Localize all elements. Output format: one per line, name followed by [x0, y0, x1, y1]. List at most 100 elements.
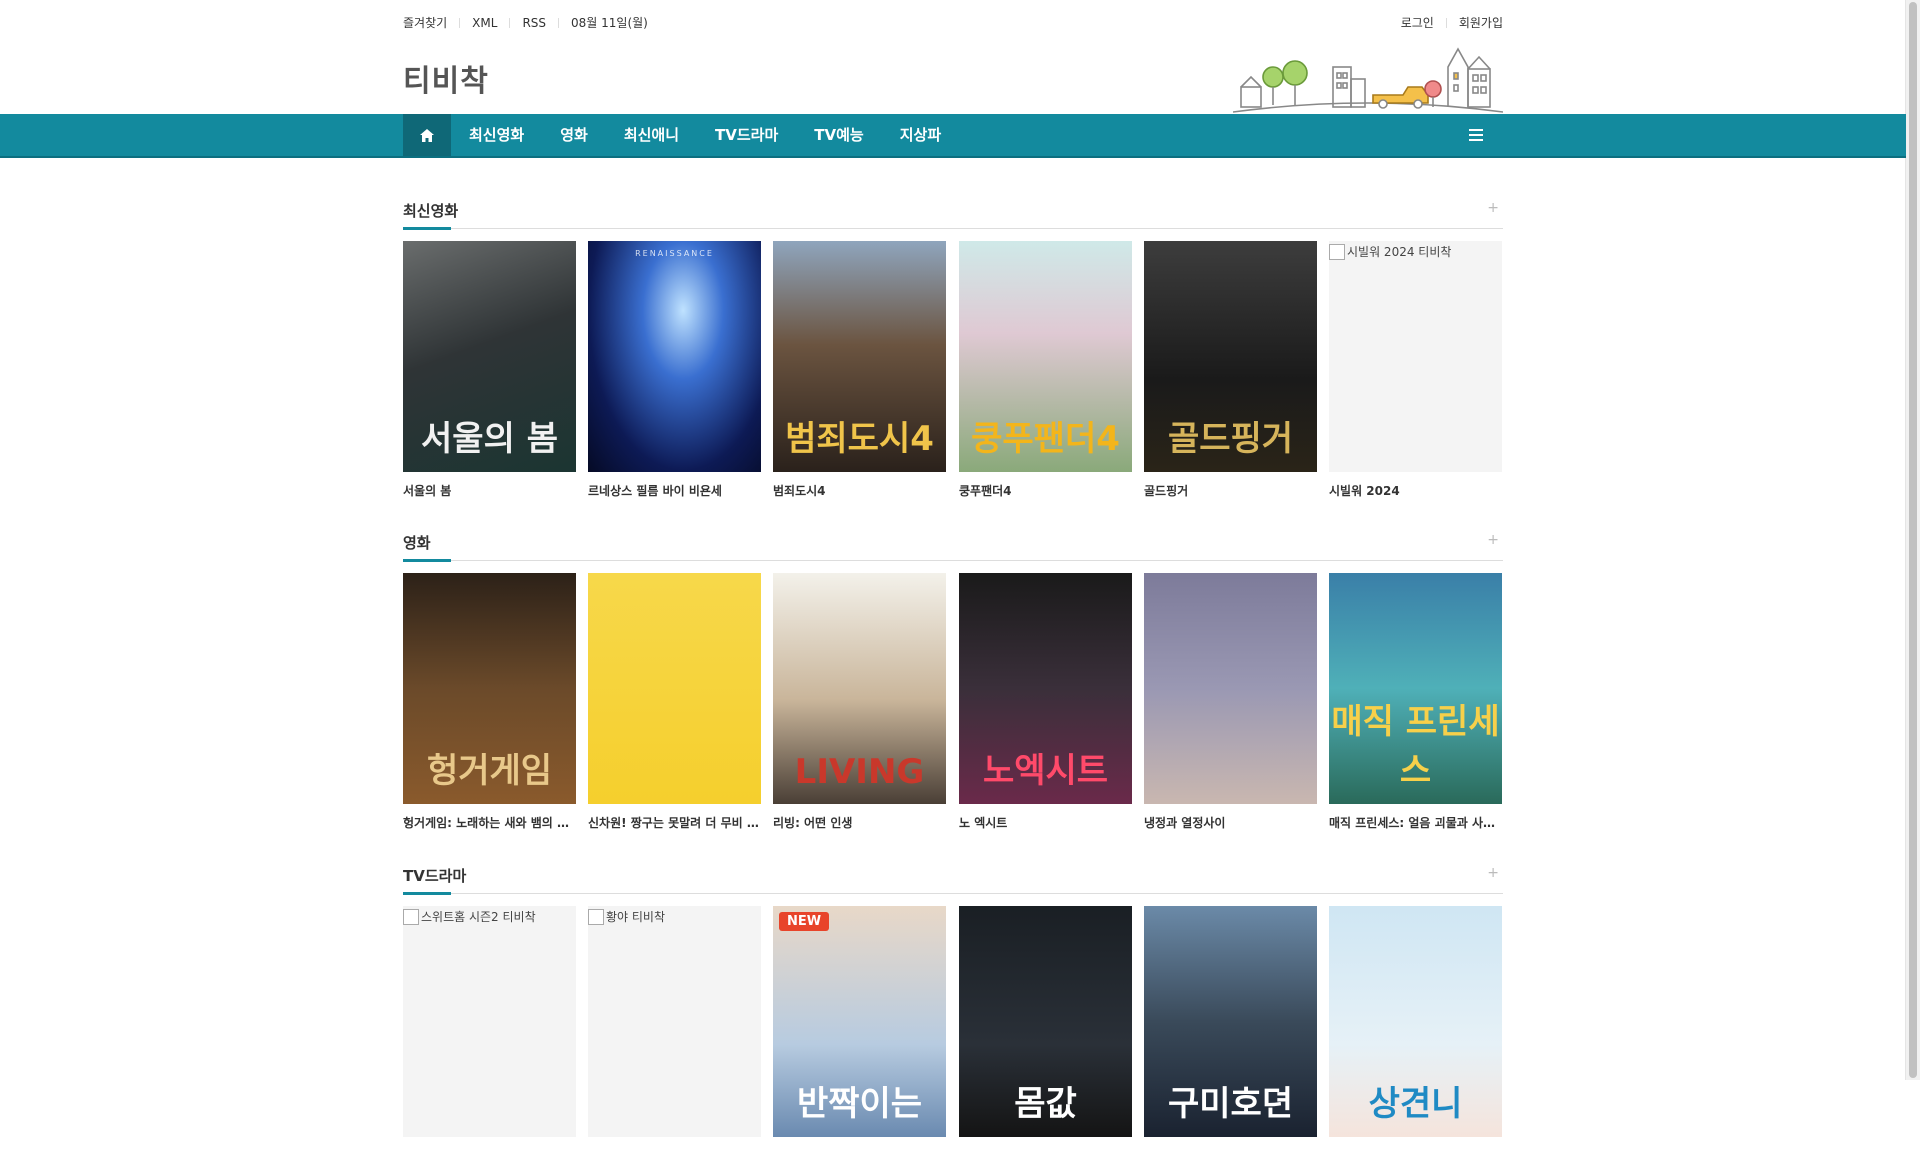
- divider: [459, 17, 461, 28]
- poster-image[interactable]: [1144, 573, 1317, 804]
- poster-title-art: 반짝이는: [796, 1084, 923, 1124]
- poster-title[interactable]: 범죄도시4: [773, 482, 946, 499]
- nav-item-latest-anime[interactable]: 최신애니: [606, 114, 697, 156]
- nav-item-movies[interactable]: 영화: [542, 114, 606, 156]
- poster-card[interactable]: 서울의 봄 서울의 봄: [403, 241, 576, 499]
- poster-card[interactable]: 골드핑거 골드핑거: [1144, 241, 1317, 499]
- poster-card[interactable]: LIVING 리빙: 어떤 인생: [773, 573, 946, 831]
- poster-title-art: 서울의 봄: [421, 419, 558, 459]
- poster-image[interactable]: [588, 573, 761, 804]
- rss-link[interactable]: RSS: [522, 16, 546, 30]
- poster-card[interactable]: 스위트홈 시즌2 티비착: [403, 906, 576, 1137]
- poster-tag: RENAISSANCE: [635, 249, 714, 258]
- section-header: 영화 +: [403, 524, 1503, 562]
- scrollbar-thumb[interactable]: [1909, 2, 1917, 1078]
- poster-image[interactable]: 반짝이는 NEW: [773, 906, 946, 1137]
- home-button[interactable]: [403, 114, 451, 156]
- new-badge: NEW: [779, 912, 830, 931]
- poster-title[interactable]: 시빌워 2024: [1329, 482, 1502, 499]
- main-navbar: 최신영화 영화 최신애니 TV드라마 TV예능 지상파: [0, 114, 1906, 158]
- nav-item-tv-drama[interactable]: TV드라마: [697, 114, 796, 156]
- poster-card[interactable]: 반짝이는 NEW: [773, 906, 946, 1137]
- poster-image[interactable]: 쿵푸팬더4: [959, 241, 1132, 472]
- poster-image[interactable]: 범죄도시4: [773, 241, 946, 472]
- nav-item-tv-variety[interactable]: TV예능: [796, 114, 881, 156]
- section-title-underline: [403, 559, 451, 562]
- poster-card[interactable]: 헝거게임헝거게임: 노래하는 새와 뱀의 발라드: [403, 573, 576, 831]
- poster-title[interactable]: 서울의 봄: [403, 482, 576, 499]
- poster-title[interactable]: 노 엑시트: [959, 814, 1132, 831]
- poster-title-art: 골드핑거: [1167, 419, 1294, 459]
- home-icon: [420, 128, 434, 142]
- poster-image[interactable]: LIVING: [773, 573, 946, 804]
- poster-card[interactable]: 범죄도시4 범죄도시4: [773, 241, 946, 499]
- poster-title-art: 헝거게임: [426, 751, 553, 791]
- section-more-button[interactable]: +: [1487, 865, 1499, 881]
- poster-card[interactable]: 황야 티비착: [588, 906, 761, 1137]
- poster-title[interactable]: 르네상스 필름 바이 비욘세: [588, 482, 761, 499]
- section-title: TV드라마: [403, 867, 467, 885]
- poster-title[interactable]: 쿵푸팬더4: [959, 482, 1132, 499]
- poster-image[interactable]: 스위트홈 시즌2 티비착: [403, 906, 576, 1137]
- broken-image-icon: [403, 908, 419, 925]
- poster-image[interactable]: 몸값: [959, 906, 1132, 1137]
- section-title: 영화: [403, 534, 431, 552]
- poster-title-art: 범죄도시4: [785, 419, 934, 459]
- poster-grid: 스위트홈 시즌2 티비착 황야 티비착 반짝이는 NEW 몸값 구미호뎐 상견니: [403, 906, 1503, 1166]
- poster-card[interactable]: 시빌워 2024 티비착시빌워 2024: [1329, 241, 1502, 499]
- poster-card[interactable]: 구미호뎐: [1144, 906, 1317, 1137]
- poster-title[interactable]: 리빙: 어떤 인생: [773, 814, 946, 831]
- broken-image-alt: 시빌워 2024 티비착: [1329, 241, 1451, 262]
- section-title-underline: [403, 227, 451, 230]
- site-logo[interactable]: 티비착: [403, 56, 489, 100]
- divider: [509, 17, 511, 28]
- section-tv-drama: TV드라마 + 스위트홈 시즌2 티비착 황야 티비착 반짝이는 NEW 몸값 구미호뎐 상…: [403, 857, 1503, 1166]
- poster-image[interactable]: 황야 티비착: [588, 906, 761, 1137]
- section-more-button[interactable]: +: [1487, 532, 1499, 548]
- top-utility-bar: 즐겨찾기 XML RSS 08월 11일(월) 로그인 회원가입: [403, 0, 1503, 44]
- nav-item-terrestrial[interactable]: 지상파: [882, 114, 959, 156]
- poster-title-art: 노엑시트: [982, 751, 1109, 791]
- poster-image[interactable]: 시빌워 2024 티비착: [1329, 241, 1502, 472]
- header-container: 즐겨찾기 XML RSS 08월 11일(월) 로그인 회원가입 티비착: [403, 0, 1503, 114]
- poster-card[interactable]: 신차원! 짱구는 못말려 더 무비 초능력 대결전: [588, 573, 761, 831]
- section-movies: 영화 + 헝거게임 헝거게임: 노래하는 새와 뱀의 발라드 신차원! 짱구는 못말…: [403, 524, 1503, 833]
- poster-card[interactable]: 매직 프린세스매직 프린세스: 얼음 괴물과 사라진 연상의 비밀: [1329, 573, 1502, 831]
- poster-title[interactable]: 신차원! 짱구는 못말려 더 무비 초능력 대결전: [588, 814, 761, 831]
- poster-image[interactable]: 골드핑거: [1144, 241, 1317, 472]
- favorites-link[interactable]: 즐겨찾기: [403, 14, 447, 31]
- section-header: TV드라마 +: [403, 857, 1503, 895]
- xml-link[interactable]: XML: [472, 16, 497, 30]
- poster-card[interactable]: 몸값: [959, 906, 1132, 1137]
- poster-image[interactable]: 노엑시트: [959, 573, 1132, 804]
- section-title: 최신영화: [403, 202, 459, 220]
- divider: [558, 17, 560, 28]
- poster-title-art: 쿵푸팬더4: [971, 419, 1120, 459]
- poster-card[interactable]: 상견니: [1329, 906, 1502, 1137]
- poster-image[interactable]: RENAISSANCE: [588, 241, 761, 472]
- poster-image[interactable]: 구미호뎐: [1144, 906, 1317, 1137]
- poster-card[interactable]: RENAISSANCE 르네상스 필름 바이 비욘세: [588, 241, 761, 499]
- page-scrollbar[interactable]: [1905, 0, 1920, 1080]
- nav-item-latest-movies[interactable]: 최신영화: [451, 114, 542, 156]
- poster-title[interactable]: 골드핑거: [1144, 482, 1317, 499]
- poster-card[interactable]: 냉정과 열정사이: [1144, 573, 1317, 831]
- section-more-button[interactable]: +: [1487, 200, 1499, 216]
- poster-card[interactable]: 쿵푸팬더4 쿵푸팬더4: [959, 241, 1132, 499]
- signup-link[interactable]: 회원가입: [1459, 14, 1503, 31]
- broken-image-alt: 황야 티비착: [588, 906, 665, 927]
- poster-image[interactable]: 헝거게임: [403, 573, 576, 804]
- poster-title-art: 구미호뎐: [1167, 1084, 1294, 1124]
- menu-button[interactable]: [1461, 114, 1491, 156]
- poster-title[interactable]: 헝거게임: 노래하는 새와 뱀의 발라드: [403, 814, 576, 831]
- poster-title[interactable]: 냉정과 열정사이: [1144, 814, 1317, 831]
- poster-image[interactable]: 서울의 봄: [403, 241, 576, 472]
- login-link[interactable]: 로그인: [1401, 14, 1434, 31]
- poster-grid: 헝거게임 헝거게임: 노래하는 새와 뱀의 발라드 신차원! 짱구는 못말려 더 무…: [403, 573, 1503, 833]
- poster-image[interactable]: 상견니: [1329, 906, 1502, 1137]
- poster-image[interactable]: 매직 프린세스: [1329, 573, 1502, 804]
- poster-title-art: LIVING: [794, 752, 925, 792]
- poster-grid: 서울의 봄 서울의 봄 RENAISSANCE 르네상스 필름 바이 비욘세 범죄도시4…: [403, 241, 1503, 501]
- poster-card[interactable]: 노엑시트노 엑시트: [959, 573, 1132, 831]
- poster-title[interactable]: 매직 프린세스: 얼음 괴물과 사라진 연상의 비밀: [1329, 814, 1502, 831]
